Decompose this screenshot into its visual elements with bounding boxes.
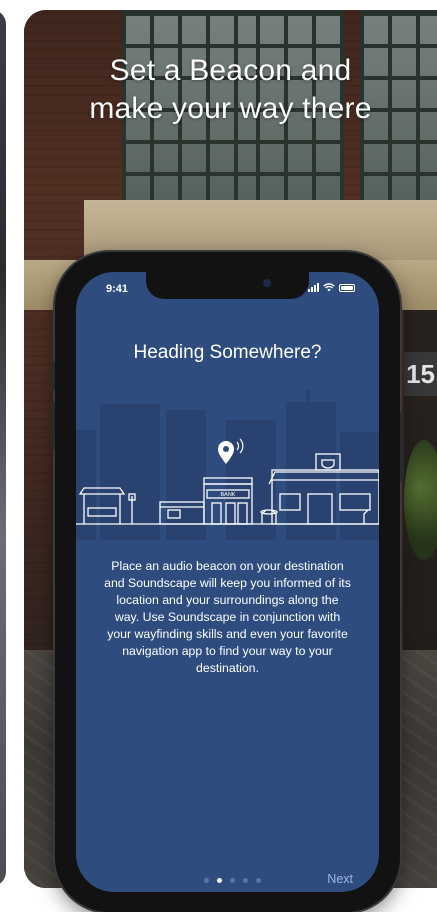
phone-side-button	[400, 412, 404, 482]
page-dot[interactable]	[256, 878, 261, 883]
page-dot[interactable]	[230, 878, 235, 883]
page-dot[interactable]	[243, 878, 248, 883]
page-dot-active[interactable]	[217, 878, 222, 883]
camera-icon	[263, 279, 271, 287]
signal-bars-icon	[308, 283, 319, 292]
phone-side-button	[51, 362, 55, 390]
bank-sign-text: BANK	[221, 492, 236, 498]
city-illustration: BANK	[76, 390, 379, 540]
phone-screen: 9:41 Heading Somewhere? BANK Place an au…	[76, 272, 379, 892]
headline-line-2: make your way there	[89, 92, 372, 125]
status-time: 9:41	[106, 283, 129, 295]
screen-title: Heading Somewhere?	[133, 342, 322, 363]
battery-icon	[339, 283, 355, 292]
phone-frame: 9:41 Heading Somewhere? BANK Place an au…	[51, 252, 404, 912]
next-button[interactable]: Next	[323, 870, 357, 888]
status-icons	[308, 283, 355, 292]
previous-screenshot-card	[0, 10, 6, 886]
onboarding-description: Place an audio beacon on your destinatio…	[104, 559, 351, 675]
headline: Set a Beacon and make your way there	[24, 52, 437, 128]
headline-line-1: Set a Beacon and	[109, 54, 352, 87]
page-dot[interactable]	[204, 878, 209, 883]
phone-notch	[146, 272, 309, 299]
phone-side-button	[51, 402, 55, 450]
wifi-icon	[323, 283, 335, 292]
page-indicator[interactable]	[204, 878, 261, 883]
